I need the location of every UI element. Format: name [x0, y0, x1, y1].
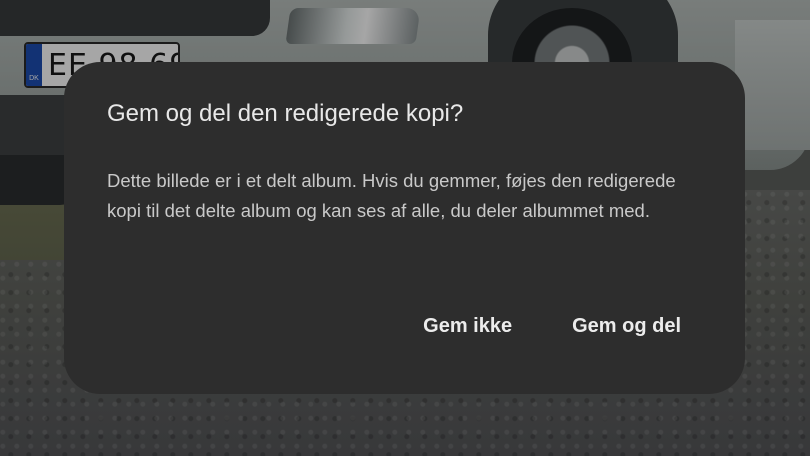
save-share-dialog: Gem og del den redigerede kopi? Dette bi…: [64, 62, 745, 394]
dont-save-button[interactable]: Gem ikke: [423, 315, 512, 338]
save-and-share-button[interactable]: Gem og del: [572, 315, 681, 338]
dialog-actions: Gem ikke Gem og del: [423, 315, 681, 338]
screen: DK EE 98 693 Gem og del den redigerede k…: [0, 0, 810, 456]
dialog-message: Dette billede er i et delt album. Hvis d…: [107, 170, 676, 221]
dialog-title: Gem og del den redigerede kopi?: [107, 100, 464, 127]
